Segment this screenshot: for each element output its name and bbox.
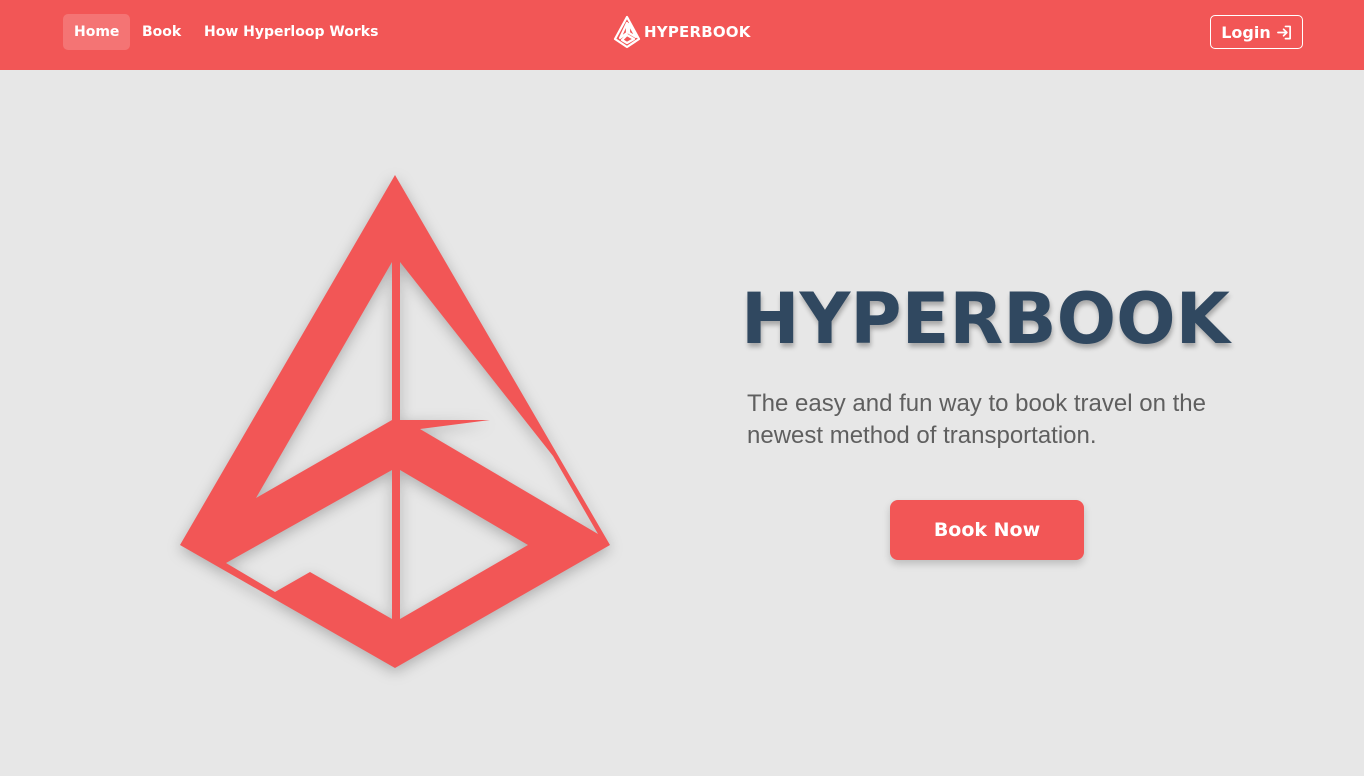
brand-name: HYPERBOOK (644, 23, 751, 41)
hyperbook-pyramid-logo (180, 175, 610, 668)
login-arrow-icon (1276, 25, 1291, 39)
nav-home-link[interactable]: Home (63, 14, 131, 50)
nav-how-hyperloop-works-link[interactable]: How Hyperloop Works (204, 14, 378, 50)
login-label: Login (1221, 22, 1271, 42)
hyperbook-logo-icon (613, 15, 641, 49)
login-button[interactable]: Login (1210, 15, 1303, 49)
hero-title: HYPERBOOK (741, 278, 1230, 360)
nav-book-link[interactable]: Book (142, 14, 181, 50)
top-navbar: Home Book How Hyperloop Works HYPERBOOK … (0, 0, 1364, 70)
hero-subtitle: The easy and fun way to book travel on t… (747, 390, 1206, 449)
book-now-button[interactable]: Book Now (890, 500, 1084, 560)
brand-logo[interactable]: HYPERBOOK (612, 15, 757, 49)
